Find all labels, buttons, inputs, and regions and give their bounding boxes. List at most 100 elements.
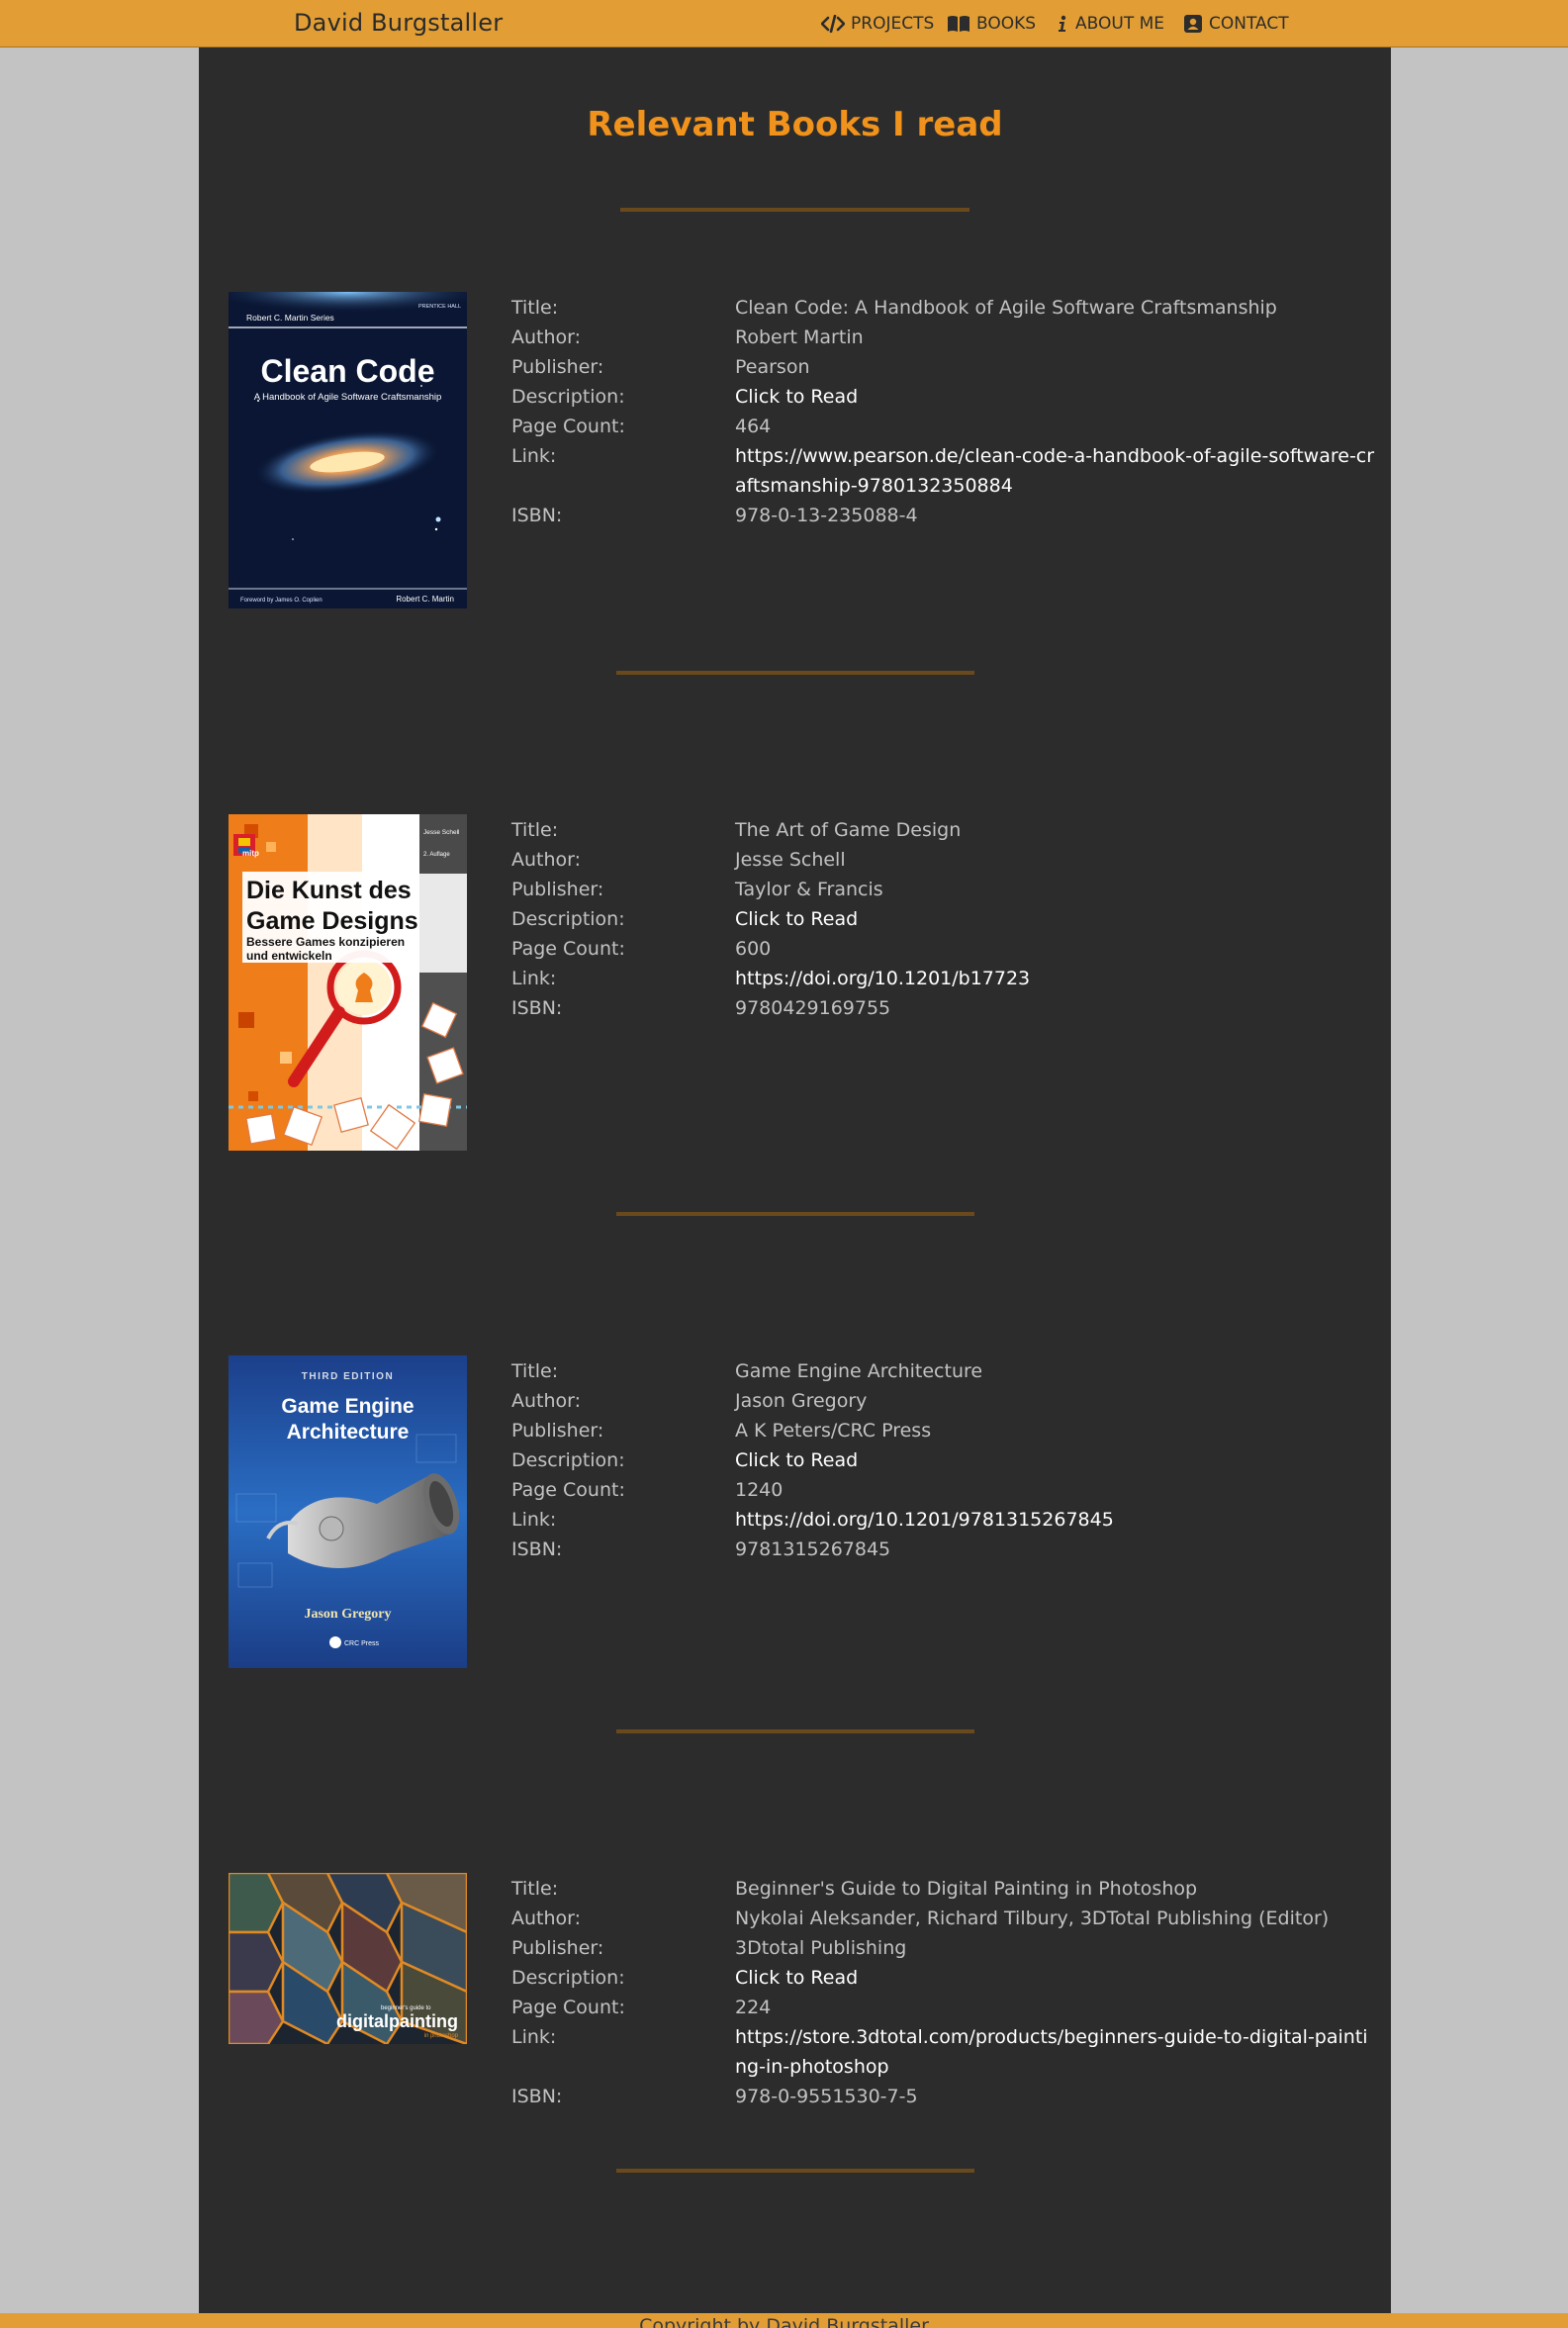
cover-title-text: Clean Code: [260, 353, 434, 389]
book-url-link[interactable]: https://www.pearson.de/clean-code-a-hand…: [735, 441, 1378, 501]
label-description: Description:: [511, 1449, 625, 1471]
label-author: Author:: [511, 849, 582, 871]
book-icon: [947, 15, 970, 33]
label-link: Link:: [511, 445, 557, 467]
cover-foreword-text: Foreword by James O. Coplien: [240, 598, 323, 604]
cover-sub-text: in photoshop: [424, 2033, 459, 2039]
footer-copyright: Copyright by David Burgstaller: [639, 2315, 929, 2328]
section-divider: [620, 208, 969, 212]
book-url-link[interactable]: https://store.3dtotal.com/products/begin…: [735, 2022, 1378, 2082]
value-author: Robert Martin: [735, 326, 864, 348]
value-isbn: 978-0-9551530-7-5: [735, 2086, 918, 2107]
value-page-count: 464: [735, 416, 772, 437]
nav-label-about-me: ABOUT ME: [1075, 14, 1165, 34]
value-title: Clean Code: A Handbook of Agile Software…: [735, 297, 1277, 319]
section-divider: [616, 671, 974, 675]
nav-label-contact: CONTACT: [1209, 14, 1289, 34]
cover-author-text: Robert C. Martin: [396, 595, 454, 604]
cover-series-text: Robert C. Martin Series: [246, 313, 334, 323]
label-description: Description:: [511, 908, 625, 930]
label-publisher: Publisher:: [511, 1420, 604, 1442]
cover-publisher-text: CRC Press: [344, 1640, 380, 1647]
label-author: Author:: [511, 1390, 582, 1412]
cover-subtitle-line-2: und entwickeln: [246, 949, 332, 963]
value-title: Game Engine Architecture: [735, 1360, 983, 1382]
cover-edition-text: THIRD EDITION: [302, 1371, 394, 1382]
value-publisher: A K Peters/CRC Press: [735, 1420, 932, 1442]
section-divider: [616, 1212, 974, 1216]
description-link[interactable]: Click to Read: [735, 904, 1378, 934]
book-cover-art-of-game-design[interactable]: mitp Jesse Schell 2. Auflage Die Kunst d…: [229, 814, 467, 1151]
cover-subtitle-line-1: Bessere Games konzipieren: [246, 935, 405, 949]
label-author: Author:: [511, 326, 582, 348]
brand-name[interactable]: David Burgstaller: [294, 9, 503, 37]
label-page-count: Page Count:: [511, 416, 625, 437]
section-divider: [616, 2169, 974, 2173]
value-page-count: 600: [735, 938, 772, 960]
label-isbn: ISBN:: [511, 505, 563, 526]
cover-title-line-2: Game Designs: [246, 907, 418, 935]
navbar: David Burgstaller PROJECTS BOOKS ABOUT M…: [0, 0, 1568, 47]
label-link: Link:: [511, 1509, 557, 1531]
contact-card-icon: [1183, 14, 1203, 34]
cover-author-text: Jesse Schell: [423, 829, 460, 836]
page-title: Relevant Books I read: [587, 105, 1003, 144]
label-description: Description:: [511, 1967, 625, 1989]
nav-item-projects[interactable]: PROJECTS: [821, 12, 934, 36]
main-content: Relevant Books I read Robert C. Martin S…: [199, 47, 1391, 2313]
value-isbn: 9781315267845: [735, 1538, 891, 1560]
cover-edition-text: 2. Auflage: [423, 852, 450, 858]
description-link[interactable]: Click to Read: [735, 1445, 1378, 1475]
info-icon: [1056, 15, 1069, 33]
label-publisher: Publisher:: [511, 879, 604, 900]
book-cover-digital-painting[interactable]: beginner's guide to digitalpainting in p…: [227, 1871, 469, 2046]
value-author: Jason Gregory: [735, 1390, 868, 1412]
label-page-count: Page Count:: [511, 1479, 625, 1501]
nav-item-about-me[interactable]: ABOUT ME: [1056, 12, 1164, 36]
value-isbn: 9780429169755: [735, 997, 891, 1019]
value-publisher: Pearson: [735, 356, 810, 378]
label-title: Title:: [511, 1878, 559, 1900]
label-description: Description:: [511, 386, 625, 408]
label-title: Title:: [511, 819, 559, 841]
value-isbn: 978-0-13-235088-4: [735, 505, 918, 526]
nav-label-books: BOOKS: [976, 14, 1037, 34]
label-isbn: ISBN:: [511, 1538, 563, 1560]
cover-title-line-2: Architecture: [287, 1421, 410, 1443]
cover-imprint-text: PRENTICE HALL: [418, 304, 461, 310]
description-link[interactable]: Click to Read: [735, 382, 1378, 412]
label-page-count: Page Count:: [511, 938, 625, 960]
nav-label-projects: PROJECTS: [851, 14, 935, 34]
cover-publisher-logo: mitp: [242, 849, 259, 858]
code-icon: [821, 15, 845, 33]
value-title: The Art of Game Design: [735, 819, 962, 841]
cover-title-line-1: Die Kunst des: [246, 877, 412, 904]
label-link: Link:: [511, 968, 557, 989]
section-divider: [616, 1729, 974, 1733]
value-title: Beginner's Guide to Digital Painting in …: [735, 1878, 1198, 1900]
cover-subtitle-text: A Handbook of Agile Software Craftsmansh…: [254, 392, 442, 403]
footer: Copyright by David Burgstaller: [0, 2313, 1568, 2328]
value-publisher: Taylor & Francis: [735, 879, 883, 900]
cover-title-text: digitalpainting: [336, 2011, 458, 2031]
nav-item-contact[interactable]: CONTACT: [1183, 12, 1289, 36]
value-page-count: 1240: [735, 1479, 784, 1501]
cover-author-text: Jason Gregory: [304, 1607, 391, 1622]
cover-title-line-1: Game Engine: [281, 1395, 414, 1418]
label-title: Title:: [511, 297, 559, 319]
description-link[interactable]: Click to Read: [735, 1963, 1378, 1993]
label-publisher: Publisher:: [511, 1937, 604, 1959]
label-author: Author:: [511, 1908, 582, 1929]
label-title: Title:: [511, 1360, 559, 1382]
book-cover-clean-code[interactable]: Robert C. Martin Series PRENTICE HALL Cl…: [229, 292, 467, 608]
book-url-link[interactable]: https://doi.org/10.1201/b17723: [735, 964, 1378, 993]
value-publisher: 3Dtotal Publishing: [735, 1937, 907, 1959]
book-cover-game-engine-architecture[interactable]: THIRD EDITION Game Engine Architecture J…: [229, 1355, 467, 1668]
label-publisher: Publisher:: [511, 356, 604, 378]
label-isbn: ISBN:: [511, 2086, 563, 2107]
nav-item-books[interactable]: BOOKS: [947, 12, 1036, 36]
label-link: Link:: [511, 2026, 557, 2048]
value-page-count: 224: [735, 1997, 772, 2018]
value-author: Nykolai Aleksander, Richard Tilbury, 3DT…: [735, 1908, 1330, 1929]
book-url-link[interactable]: https://doi.org/10.1201/9781315267845: [735, 1505, 1378, 1535]
